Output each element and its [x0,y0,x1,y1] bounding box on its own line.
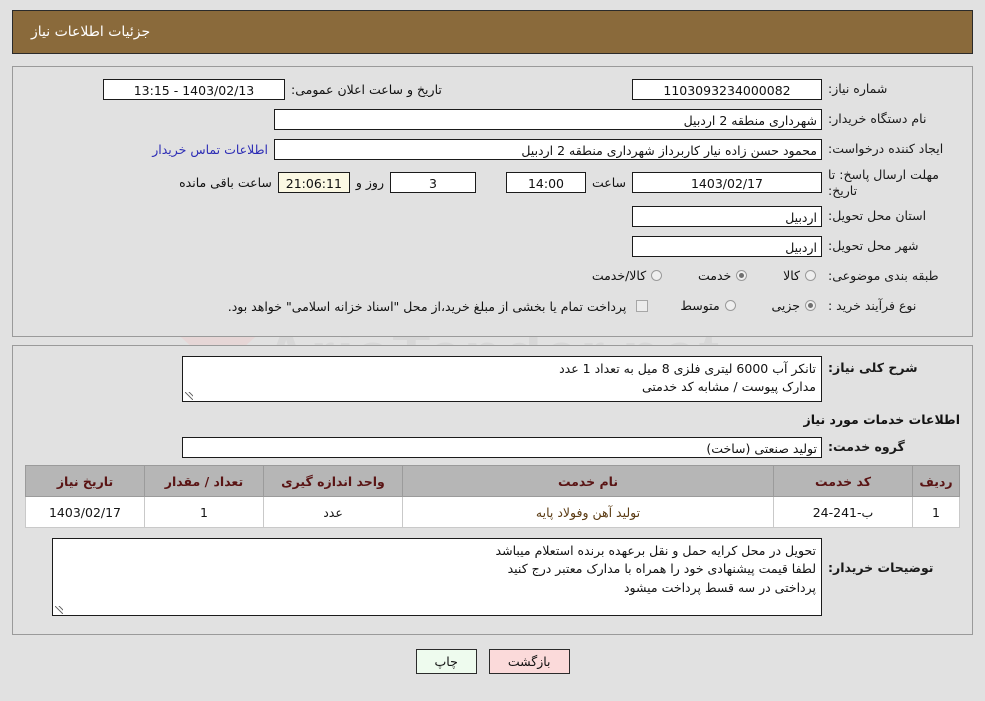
city-field[interactable]: اردبیل [632,235,822,257]
service-group-field[interactable]: تولید صنعتی (ساخت) [182,436,822,458]
category-option-label: خدمت [698,268,732,284]
cell-unit: عدد [263,496,403,529]
table-header-row: ردیف کد خدمت نام خدمت واحد اندازه گیری ت… [25,465,960,498]
category-option-kala[interactable]: کالا [783,268,822,283]
page-title: جزئیات اطلاعات نیاز [31,24,151,40]
row-city: شهر محل تحویل: اردبیل [25,234,960,258]
deadline-label: مهلت ارسال پاسخ: تا تاریخ: [828,167,939,198]
cell-qty: 1 [144,496,264,529]
deadline-time-field[interactable]: 14:00 [505,172,586,194]
process-option-label: جزیی [771,298,800,314]
need-number-field[interactable]: 1103093234000082 [632,78,822,100]
row-buyer-notes: توضیحات خریدار: تحویل در محل کرایه حمل و… [25,538,960,617]
service-details-panel: شرح کلی نیاز: تانکر آب 6000 لیتری فلزی 8… [12,345,973,636]
page-header: جزئیات اطلاعات نیاز [12,10,973,54]
countdown-suffix-label: ساعت باقی مانده [179,175,272,191]
buyer-org-field[interactable]: شهرداری منطقه 2 اردبیل [274,108,822,130]
process-option-motavaset[interactable]: متوسط [680,298,741,313]
days-separator-label: روز و [355,175,384,191]
buyer-org-label: نام دستگاه خریدار: [828,111,927,127]
remaining-days-field[interactable]: 3 [389,172,476,194]
col-code: کد خدمت [773,465,913,498]
back-button[interactable]: بازگشت [488,649,570,675]
service-group-label: گروه خدمت: [828,439,905,455]
province-label: استان محل تحویل: [828,208,927,224]
category-option-khedmat[interactable]: خدمت [698,268,753,283]
process-option-jozii[interactable]: جزیی [771,298,822,313]
row-purchase-process: نوع فرآیند خرید : جزیی متوسط پرداخت تمام… [25,294,960,318]
col-qty: تعداد / مقدار [144,465,264,498]
process-option-label: متوسط [680,298,720,314]
requester-label: ایجاد کننده درخواست: [828,141,944,157]
row-province: استان محل تحویل: اردبیل [25,204,960,228]
countdown-field: 21:06:11 [277,172,350,194]
category-option-kala-khedmat[interactable]: کالا/خدمت [592,268,668,283]
category-radio-group: کالا خدمت کالا/خدمت [566,268,822,284]
radio-icon[interactable] [805,300,816,312]
cell-index: 1 [912,496,960,529]
row-requester: ایجاد کننده درخواست: محمود حسن زاده نیار… [25,137,960,161]
row-service-group: گروه خدمت: تولید صنعتی (ساخت) [25,435,960,459]
row-summary: شرح کلی نیاز: تانکر آب 6000 لیتری فلزی 8… [25,356,960,403]
summary-label: شرح کلی نیاز: [828,360,918,376]
col-name: نام خدمت [402,465,774,498]
city-label: شهر محل تحویل: [828,238,919,254]
buyer-contact-link[interactable]: اطلاعات تماس خریدار [146,142,274,157]
cell-name: تولید آهن وفولاد پایه [402,496,774,529]
public-announce-label: تاریخ و ساعت اعلان عمومی: [291,81,442,97]
radio-icon[interactable] [724,300,736,312]
row-need-number: شماره نیاز: 1103093234000082 تاریخ و ساع… [25,77,960,101]
requester-field[interactable]: محمود حسن زاده نیار کاربرداز شهرداری منط… [274,138,822,160]
need-info-panel: شماره نیاز: 1103093234000082 تاریخ و ساع… [12,66,973,338]
radio-icon[interactable] [651,270,663,282]
process-label: نوع فرآیند خرید : [828,298,917,314]
category-label: طبقه بندی موضوعی: [828,268,939,284]
col-unit: واحد اندازه گیری [263,465,403,498]
services-table: ردیف کد خدمت نام خدمت واحد اندازه گیری ت… [25,465,960,529]
cell-code: ب-241-24 [773,496,913,529]
process-radio-group: جزیی متوسط [654,298,822,314]
radio-icon[interactable] [736,270,748,282]
need-number-label: شماره نیاز: [828,81,888,97]
category-option-label: کالا/خدمت [591,268,647,284]
treasury-checkbox[interactable] [636,300,649,313]
summary-textarea[interactable]: تانکر آب 6000 لیتری فلزی 8 میل به تعداد … [182,356,822,403]
province-field[interactable]: اردبیل [632,205,822,227]
public-announce-field[interactable]: 1403/02/13 - 13:15 [103,78,285,100]
radio-icon[interactable] [805,270,816,282]
hour-label: ساعت [591,175,626,191]
col-index: ردیف [912,465,960,498]
footer-actions: بازگشت چاپ [0,649,985,675]
row-category: طبقه بندی موضوعی: کالا خدمت کالا/خدمت [25,264,960,288]
treasury-note-label: پرداخت تمام یا بخشی از مبلغ خرید،از محل … [227,298,627,314]
category-option-label: کالا [783,268,800,284]
buyer-notes-textarea[interactable]: تحویل در محل کرایه حمل و نقل برعهده برند… [52,538,822,617]
deadline-date-field[interactable]: 1403/02/17 [632,172,822,194]
row-buyer-org: نام دستگاه خریدار: شهرداری منطقه 2 اردبی… [25,107,960,131]
print-button[interactable]: چاپ [415,649,477,675]
col-date: تاریخ نیاز [25,465,145,498]
row-deadline: مهلت ارسال پاسخ: تا تاریخ: 1403/02/17 سا… [25,167,960,198]
cell-date: 1403/02/17 [25,496,145,529]
table-row[interactable]: 1 ب-241-24 تولید آهن وفولاد پایه عدد 1 1… [25,496,960,529]
services-section-title: اطلاعات خدمات مورد نیاز [803,412,961,428]
buyer-notes-label: توضیحات خریدار: [828,560,934,576]
